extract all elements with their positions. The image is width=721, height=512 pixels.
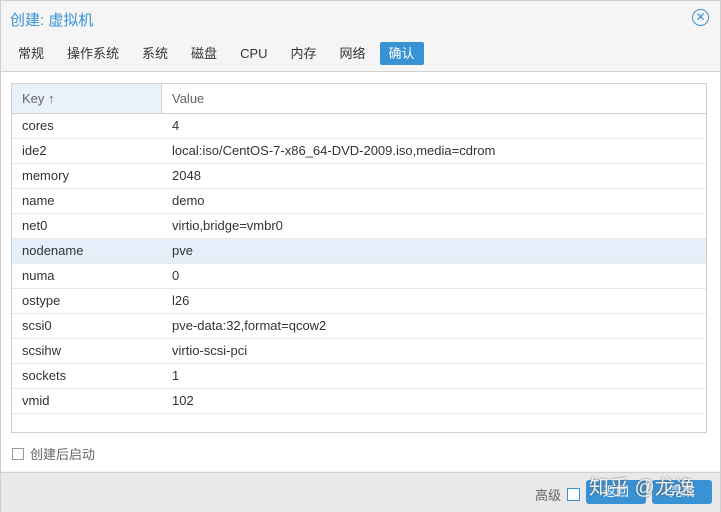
summary-grid: Key ↑ Value cores 4 ide2 local:iso/CentOS-7… <box>11 83 707 433</box>
tab-general[interactable]: 常规 <box>9 42 53 65</box>
row-value: l26 <box>172 293 190 308</box>
row-key: nodename <box>22 243 84 258</box>
row-key: scsihw <box>22 343 62 358</box>
row-key: ostype <box>22 293 61 308</box>
row-value: 4 <box>172 118 180 133</box>
row-key: scsi0 <box>22 318 52 333</box>
start-after-create-checkbox[interactable]: 创建后启动 <box>12 444 95 463</box>
value-column-header[interactable]: Value <box>162 84 204 113</box>
tab-memory[interactable]: 内存 <box>282 42 326 65</box>
dialog-footer: 高级 返回 完成 <box>1 472 720 512</box>
row-key: cores <box>22 118 54 133</box>
create-vm-dialog: 创建: 虚拟机 ✕ 常规 操作系统 系统 磁盘 CPU 内存 网络 确认 Key… <box>0 0 721 512</box>
row-key: name <box>22 193 55 208</box>
tab-cpu[interactable]: CPU <box>231 42 276 65</box>
wizard-tabs: 常规 操作系统 系统 磁盘 CPU 内存 网络 确认 <box>9 42 429 65</box>
table-row[interactable]: name demo <box>12 189 706 214</box>
table-row[interactable]: ide2 local:iso/CentOS-7-x86_64-DVD-2009.i… <box>12 139 706 164</box>
row-key: ide2 <box>22 143 47 158</box>
row-value: virtio,bridge=vmbr0 <box>172 218 283 233</box>
tab-os[interactable]: 操作系统 <box>58 42 128 65</box>
row-value: 2048 <box>172 168 201 183</box>
row-value: pve-data:32,format=qcow2 <box>172 318 327 333</box>
table-row[interactable]: ostype l26 <box>12 289 706 314</box>
row-value: 1 <box>172 368 180 383</box>
key-column-header[interactable]: Key ↑ <box>12 84 162 113</box>
row-value: 0 <box>172 268 180 283</box>
advanced-label: 高级 <box>535 488 562 503</box>
row-key: numa <box>22 268 55 283</box>
table-row[interactable]: nodename pve <box>12 239 706 264</box>
back-button[interactable]: 返回 <box>586 480 646 504</box>
row-value: demo <box>172 193 205 208</box>
table-row[interactable]: vmid 102 <box>12 389 706 414</box>
table-row[interactable]: sockets 1 <box>12 364 706 389</box>
tab-network[interactable]: 网络 <box>331 42 375 65</box>
row-value: pve <box>172 243 193 258</box>
checkbox[interactable] <box>12 447 24 460</box>
advanced-toggle[interactable]: 高级 <box>535 485 586 504</box>
row-value: local:iso/CentOS-7-x86_64-DVD-2009.iso,m… <box>172 143 496 158</box>
table-row[interactable]: numa 0 <box>12 264 706 289</box>
row-key: net0 <box>22 218 48 233</box>
table-row[interactable]: memory 2048 <box>12 164 706 189</box>
row-value: virtio-scsi-pci <box>172 343 248 358</box>
advanced-checkbox[interactable] <box>567 488 581 501</box>
table-row[interactable]: net0 virtio,bridge=vmbr0 <box>12 214 706 239</box>
tab-confirm[interactable]: 确认 <box>379 42 424 65</box>
row-key: vmid <box>22 393 50 408</box>
row-value: 102 <box>172 393 194 408</box>
finish-button[interactable]: 完成 <box>652 480 712 504</box>
tab-system[interactable]: 系统 <box>133 42 177 65</box>
tab-disk[interactable]: 磁盘 <box>182 42 226 65</box>
confirm-panel: Key ↑ Value cores 4 ide2 local:iso/CentOS-7… <box>1 71 720 471</box>
grid-header: Key ↑ Value <box>12 84 706 114</box>
table-row[interactable]: cores 4 <box>12 114 706 139</box>
row-key: memory <box>22 168 69 183</box>
table-row[interactable]: scsihw virtio-scsi-pci <box>12 339 706 364</box>
close-icon[interactable]: ✕ <box>692 9 709 26</box>
start-after-create-label: 创建后启动 <box>30 447 96 462</box>
dialog-title: 创建: 虚拟机 <box>10 12 94 29</box>
table-row[interactable]: scsi0 pve-data:32,format=qcow2 <box>12 314 706 339</box>
row-key: sockets <box>22 368 67 383</box>
